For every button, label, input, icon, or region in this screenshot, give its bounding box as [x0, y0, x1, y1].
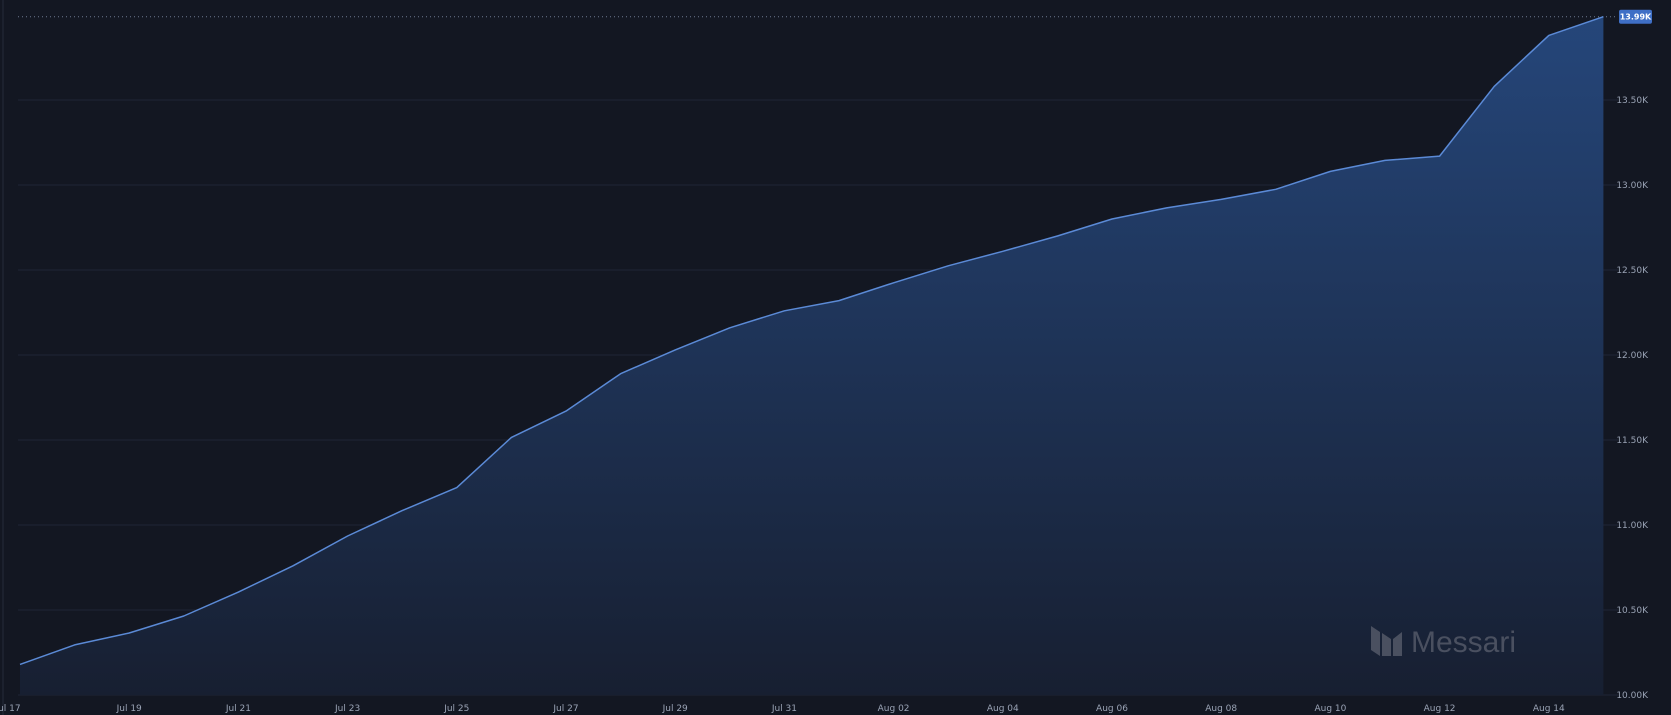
x-tick-label: Aug 10 [1314, 704, 1346, 714]
data-point [128, 632, 131, 635]
data-point [182, 615, 185, 618]
x-axis: Jul 17 Jul 19 Jul 21 Jul 23 Jul 25 Jul 27 Jul … [0, 704, 1565, 714]
data-point [1438, 155, 1441, 158]
x-tick-label: Jul 29 [662, 704, 688, 714]
data-point [1001, 250, 1004, 253]
data-point [292, 564, 295, 567]
data-point [73, 643, 76, 646]
y-tick-label: 12.00K [1616, 351, 1649, 361]
y-tick-label: 11.50K [1616, 436, 1649, 446]
data-point [565, 410, 568, 413]
x-tick-label: Jul 19 [116, 704, 142, 714]
y-tick-label: 12.50K [1616, 266, 1649, 276]
data-point [619, 372, 622, 375]
y-tick-label: 13.00K [1616, 181, 1649, 191]
data-point [783, 309, 786, 312]
x-tick-label: Jul 25 [443, 704, 469, 714]
data-point [1165, 206, 1168, 209]
data-point [346, 535, 349, 538]
y-tick-label: 10.00K [1616, 691, 1649, 701]
x-tick-label: Aug 04 [987, 704, 1019, 714]
x-tick-label: Jul 31 [771, 704, 797, 714]
x-tick-label: Jul 23 [334, 704, 360, 714]
data-point [892, 281, 895, 284]
data-point [1602, 15, 1605, 18]
data-point [510, 436, 513, 439]
y-tick-label: 13.50K [1616, 96, 1649, 106]
x-tick-label: Aug 14 [1533, 704, 1565, 714]
data-point [237, 591, 240, 594]
data-point [1547, 34, 1550, 37]
data-point [674, 348, 677, 351]
data-point [1111, 218, 1114, 221]
watermark-text: Messari [1411, 626, 1516, 659]
y-tick-label: 10.50K [1616, 606, 1649, 616]
x-tick-label: Aug 02 [878, 704, 910, 714]
x-tick-label: Aug 12 [1424, 704, 1456, 714]
x-tick-label: Jul 17 [0, 704, 21, 714]
data-point [1220, 198, 1223, 201]
data-point [1329, 170, 1332, 173]
data-point [1493, 85, 1496, 88]
data-point [838, 299, 841, 302]
chart-container: 10.00K 10.50K 11.00K 11.50K 12.00K 12.50K 13.0… [0, 0, 1671, 715]
data-point [401, 509, 404, 512]
x-tick-label: Aug 08 [1205, 704, 1237, 714]
last-value-badge: 13.99K [1619, 9, 1652, 24]
x-tick-label: Jul 21 [225, 704, 251, 714]
y-tick-label: 11.00K [1616, 521, 1649, 531]
last-value-label: 13.99K [1620, 13, 1652, 22]
x-tick-label: Aug 06 [1096, 704, 1128, 714]
area-chart: 10.00K 10.50K 11.00K 11.50K 12.00K 12.50K 13.0… [0, 0, 1671, 715]
data-point [1056, 235, 1059, 238]
x-tick-label: Jul 27 [552, 704, 578, 714]
data-point [19, 663, 22, 666]
data-point [1274, 188, 1277, 191]
data-point [728, 326, 731, 329]
data-point [947, 264, 950, 267]
data-point [455, 486, 458, 489]
data-point [1384, 159, 1387, 162]
